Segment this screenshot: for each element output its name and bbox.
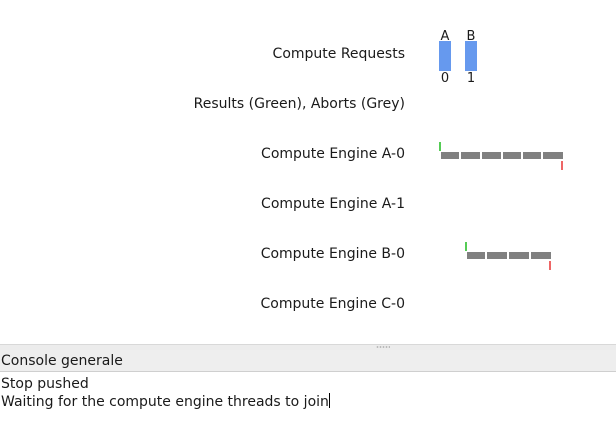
row-label-results-aborts: Results (Green), Aborts (Grey) bbox=[193, 96, 405, 112]
request-count: 1 bbox=[466, 71, 476, 86]
console-line-text: Waiting for the compute engine threads t… bbox=[1, 394, 329, 410]
row-label-engine-a1: Compute Engine A-1 bbox=[261, 196, 405, 212]
console-title: Console generale bbox=[1, 353, 123, 369]
abort-segment bbox=[531, 252, 551, 259]
abort-segment bbox=[523, 152, 541, 159]
end-marker bbox=[561, 161, 563, 170]
row-label-compute-requests: Compute Requests bbox=[272, 46, 405, 62]
end-marker bbox=[549, 261, 551, 270]
row-label-engine-b0: Compute Engine B-0 bbox=[260, 246, 405, 262]
text-caret bbox=[328, 393, 330, 408]
request-bar bbox=[439, 41, 451, 71]
console-line-text: Stop pushed bbox=[1, 376, 89, 392]
console-output[interactable]: Stop pushed Waiting for the compute engi… bbox=[0, 372, 616, 427]
result-start-marker bbox=[439, 142, 441, 151]
row-label-engine-c0: Compute Engine C-0 bbox=[260, 296, 405, 312]
abort-segment bbox=[503, 152, 521, 159]
console-line: Stop pushed bbox=[1, 376, 89, 393]
request-bar bbox=[465, 41, 477, 71]
abort-segment bbox=[461, 152, 480, 159]
abort-segment bbox=[487, 252, 507, 259]
console-header: Console generale bbox=[0, 350, 616, 372]
request-count: 0 bbox=[440, 71, 450, 86]
abort-segment bbox=[509, 252, 529, 259]
abort-segment bbox=[467, 252, 485, 259]
splitter-grip-icon bbox=[376, 346, 390, 348]
row-label-engine-a0: Compute Engine A-0 bbox=[261, 146, 405, 162]
abort-segment bbox=[441, 152, 459, 159]
console-line: Waiting for the compute engine threads t… bbox=[1, 393, 330, 411]
abort-segment bbox=[543, 152, 563, 159]
abort-segment bbox=[482, 152, 501, 159]
result-start-marker bbox=[465, 242, 467, 251]
